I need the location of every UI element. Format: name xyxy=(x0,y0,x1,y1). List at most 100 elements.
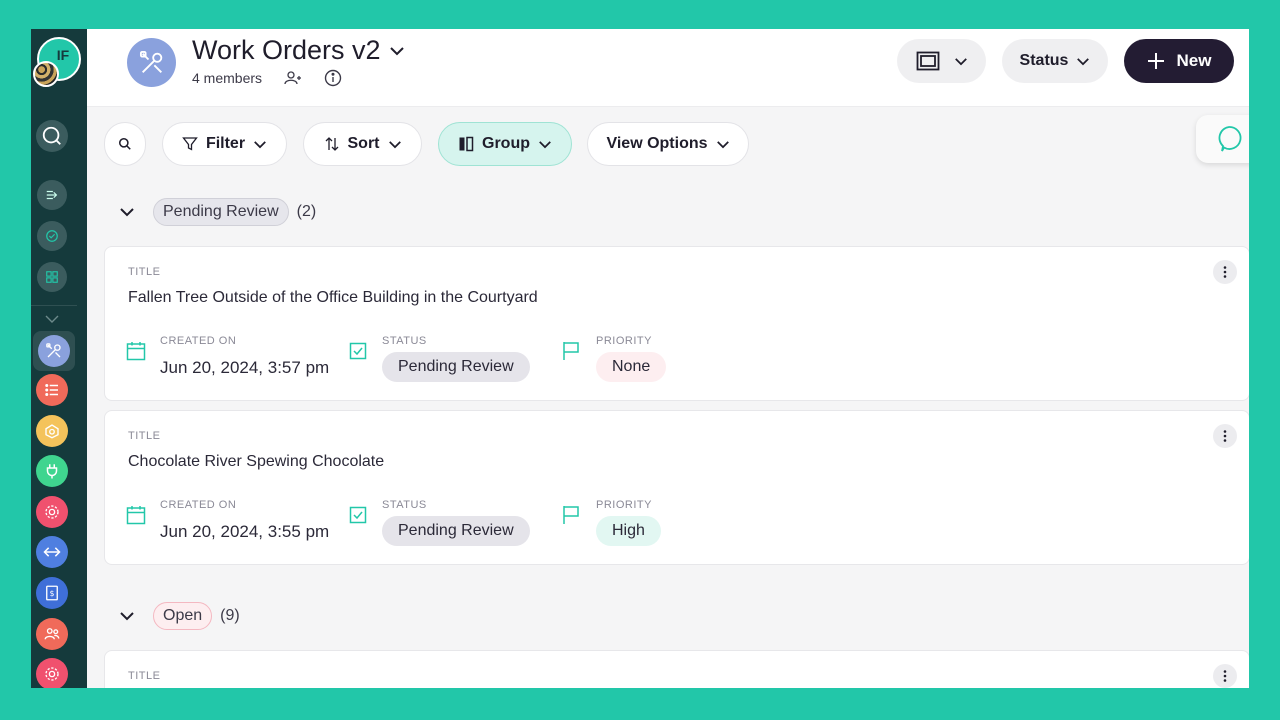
flag-icon xyxy=(563,342,579,360)
sidebar-search-button[interactable] xyxy=(36,120,68,152)
group-button[interactable]: Group xyxy=(438,122,572,166)
sidebar-divider xyxy=(31,305,77,306)
view-options-button[interactable]: View Options xyxy=(587,122,749,166)
card-menu-button[interactable] xyxy=(1213,260,1237,284)
title-label: TITLE xyxy=(128,266,161,278)
chat-bubble-icon xyxy=(1218,126,1242,152)
calendar-icon xyxy=(126,342,146,361)
work-order-card[interactable]: TITLE Fallen Tree Outside of the Office … xyxy=(104,246,1249,401)
main-area: Work Orders v2 4 members Status New Filt… xyxy=(87,29,1249,688)
workspace-avatar[interactable] xyxy=(33,61,59,87)
more-vertical-icon xyxy=(1223,266,1227,278)
sidebar-app-settings[interactable] xyxy=(36,496,68,528)
plug-icon xyxy=(46,464,58,479)
chevron-down-icon xyxy=(388,140,401,148)
chevron-down-icon xyxy=(389,46,404,55)
work-order-card[interactable]: TITLE Chocolate River Spewing Chocolate … xyxy=(104,410,1249,565)
chevron-down-icon xyxy=(954,57,967,65)
sidebar-app-list[interactable] xyxy=(36,374,68,406)
chevron-down-icon xyxy=(539,140,551,148)
list-icon xyxy=(45,384,58,396)
columns-icon xyxy=(459,136,474,152)
chevron-down-icon xyxy=(120,208,134,217)
card-menu-button[interactable] xyxy=(1213,424,1237,448)
sidebar-app-settings-2[interactable] xyxy=(36,658,68,688)
members-count[interactable]: 4 members xyxy=(192,70,262,86)
avatar-initials: IF xyxy=(56,47,70,63)
filter-icon xyxy=(182,137,198,151)
sidebar-app-team[interactable] xyxy=(36,618,68,650)
app-logo xyxy=(127,38,176,87)
created-on-label: CREATED ON xyxy=(160,335,237,347)
search-icon xyxy=(42,126,61,145)
group-pill: Pending Review xyxy=(153,198,289,226)
status-label: STATUS xyxy=(382,335,427,347)
group-count: (9) xyxy=(220,607,240,624)
created-on-value: Jun 20, 2024, 3:55 pm xyxy=(160,522,330,541)
priority-chip[interactable]: None xyxy=(596,352,667,382)
sort-button[interactable]: Sort xyxy=(303,122,422,166)
check-circle-icon xyxy=(46,230,58,242)
gear-icon xyxy=(45,505,59,519)
status-chip[interactable]: Pending Review xyxy=(382,352,530,382)
users-icon xyxy=(44,628,60,640)
card-title[interactable]: Fallen Tree Outside of the Office Buildi… xyxy=(128,289,538,307)
status-chip[interactable]: Pending Review xyxy=(382,516,530,546)
page-header: Work Orders v2 4 members Status New xyxy=(87,29,1249,107)
chevron-down-icon xyxy=(254,140,266,148)
view-layout-dropdown[interactable] xyxy=(897,39,986,83)
flag-icon xyxy=(563,506,579,524)
created-on-label: CREATED ON xyxy=(160,499,237,511)
add-member-icon[interactable] xyxy=(284,70,302,86)
created-on-value: Jun 20, 2024, 3:57 pm xyxy=(160,358,330,377)
sidebar: IF $ xyxy=(31,29,87,688)
new-button[interactable]: New xyxy=(1124,39,1234,83)
chat-widget-tab[interactable] xyxy=(1196,115,1249,163)
info-icon[interactable] xyxy=(324,69,342,87)
tools-icon xyxy=(139,50,162,73)
chevron-down-icon xyxy=(1077,57,1090,65)
arrows-horizontal-icon xyxy=(43,547,61,557)
gear-icon xyxy=(45,667,59,681)
filter-label: Filter xyxy=(205,135,246,152)
filter-button[interactable]: Filter xyxy=(162,122,287,166)
group-header-open[interactable]: Open (9) xyxy=(119,602,240,630)
sidebar-app-work-orders[interactable] xyxy=(33,331,75,371)
chevron-down-icon xyxy=(716,140,729,148)
status-dropdown[interactable]: Status xyxy=(1002,39,1108,83)
view-options-label: View Options xyxy=(606,135,708,152)
tools-icon xyxy=(46,343,61,358)
work-order-card[interactable]: TITLE xyxy=(104,650,1249,688)
priority-label: PRIORITY xyxy=(596,499,652,511)
app-window: IF $ Work Orders v2 4 members Status New… xyxy=(31,29,1249,688)
box-tag-icon xyxy=(45,424,59,439)
sidebar-collapse-toggle[interactable] xyxy=(44,311,60,329)
page-title[interactable]: Work Orders v2 xyxy=(192,35,405,66)
sidebar-app-billing[interactable]: $ xyxy=(36,577,68,609)
sidebar-app-transfer[interactable] xyxy=(36,536,68,568)
sidebar-app-plug[interactable] xyxy=(36,455,68,487)
header-meta: 4 members xyxy=(192,69,342,87)
status-dropdown-label: Status xyxy=(1019,52,1069,69)
priority-label: PRIORITY xyxy=(596,335,652,347)
page-title-text: Work Orders v2 xyxy=(192,35,381,65)
sidebar-inbox-button[interactable] xyxy=(37,180,67,210)
status-label: STATUS xyxy=(382,499,427,511)
chevron-down-icon xyxy=(45,315,59,323)
sidebar-app-inventory[interactable] xyxy=(36,415,68,447)
group-header-pending-review[interactable]: Pending Review (2) xyxy=(119,198,316,226)
invoice-dollar-icon: $ xyxy=(46,585,58,601)
card-title[interactable]: Chocolate River Spewing Chocolate xyxy=(128,453,384,471)
svg-text:$: $ xyxy=(50,589,55,598)
card-menu-button[interactable] xyxy=(1213,664,1237,688)
group-label: Group xyxy=(482,135,530,152)
sidebar-tasks-button[interactable] xyxy=(37,221,67,251)
plus-icon xyxy=(1147,53,1164,69)
search-button[interactable] xyxy=(104,122,146,166)
sidebar-apps-button[interactable] xyxy=(37,262,67,292)
frame-layout-icon xyxy=(916,51,939,71)
search-icon xyxy=(118,137,131,150)
more-vertical-icon xyxy=(1223,670,1227,682)
priority-chip[interactable]: High xyxy=(596,516,661,546)
title-label: TITLE xyxy=(128,670,161,682)
